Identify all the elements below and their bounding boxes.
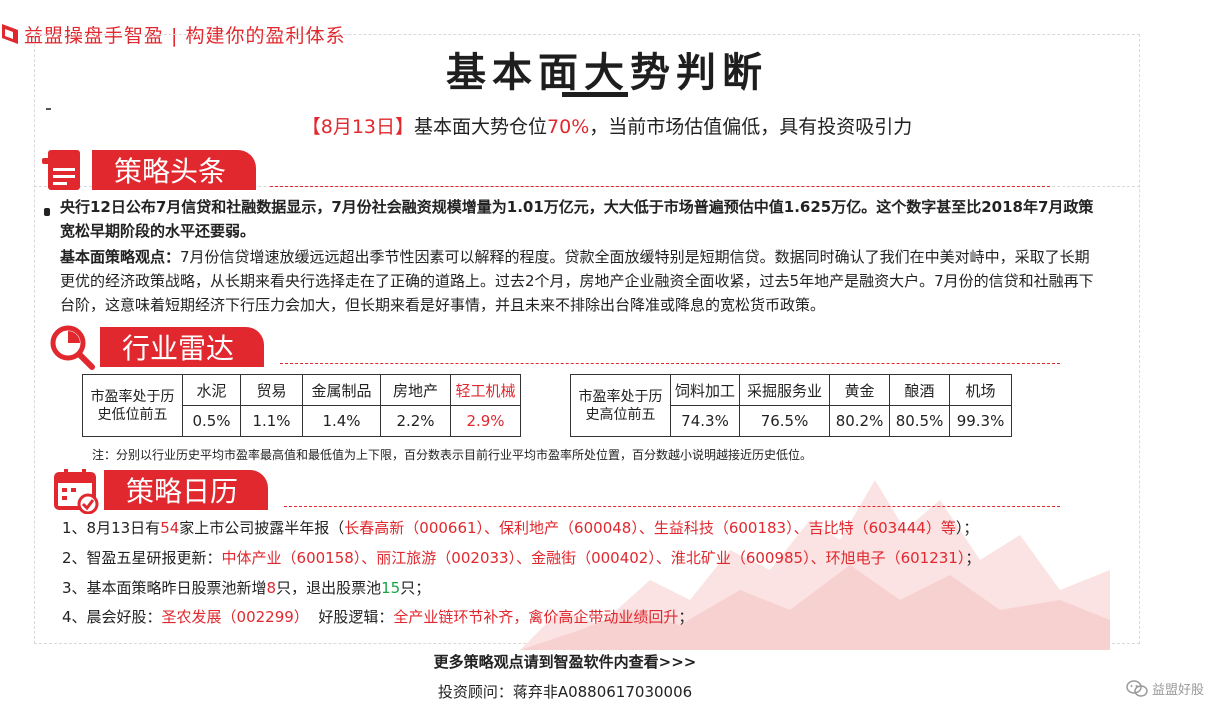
high-table-label: 市盈率处于历史高位前五 — [570, 374, 671, 437]
title-underline — [562, 92, 628, 97]
watermark-text: 益盟好股 — [1151, 683, 1204, 698]
section-calendar-divider — [284, 506, 1060, 507]
section-calendar-header: 策略日历 — [52, 466, 269, 514]
summary-percent: 70% — [547, 116, 590, 138]
section-radar-divider — [280, 363, 1060, 364]
watermark: 益盟好股 — [1126, 679, 1204, 698]
value-cell: 74.3% — [669, 405, 741, 437]
cal2-pre: 2、智盈五星研报更新： — [62, 549, 222, 567]
section-headline-header: 策略头条 — [40, 146, 257, 194]
value-cell: 2.2% — [380, 405, 451, 437]
table-row: 市盈率处于历史低位前五 水泥 贸易 金属制品 房地产 轻工机械 — [82, 374, 521, 437]
value-cell: 80.5% — [889, 405, 951, 437]
section-headline-divider — [270, 186, 1050, 187]
value-cell: 2.9% — [450, 405, 521, 437]
industry-cell: 轻工机械 — [450, 374, 521, 406]
headline-lead: 央行12日公布7月信贷和社融数据显示，7月份社会融资规模增量为1.01万亿元，大… — [60, 198, 1094, 240]
advisor-info: 投资顾问：蒋弃非A0880617030006 — [437, 683, 693, 701]
industry-cell: 贸易 — [240, 374, 303, 406]
table-row: 市盈率处于历史高位前五 饲料加工 采掘服务业 黄金 酿酒 机场 — [570, 374, 1013, 437]
position-summary: 【8月13日】基本面大势仓位70%，当前市场估值偏低，具有投资吸引力 — [0, 112, 1214, 139]
summary-date: 【8月13日】 — [301, 116, 414, 138]
industry-cell: 机场 — [949, 374, 1013, 406]
radar-note: 注：分别以行业历史平均市盈率最高值和最低值为上下限，百分数表示目前行业平均市盈率… — [92, 448, 813, 462]
cal4-pre: 4、晨会好股： — [62, 608, 162, 626]
calendar-item-4: 4、晨会好股：圣农发展（002299） 好股逻辑：全产业链环节补齐，禽价高企带动… — [62, 606, 693, 627]
low-table-label: 市盈率处于历史低位前五 — [82, 374, 183, 437]
cal4-logic: 全产业链环节补齐，禽价高企带动业绩回升 — [393, 608, 679, 626]
calendar-check-icon — [54, 469, 99, 514]
industry-cell: 金属制品 — [302, 374, 381, 406]
bullet-dot — [44, 208, 50, 216]
value-cell: 1.1% — [240, 405, 303, 437]
view-text: 7月份信贷增速放缓远远超出季节性因素可以解释的程度。贷款全面放缓特别是短期信贷。… — [60, 248, 1094, 314]
industry-cell: 酿酒 — [889, 374, 951, 406]
summary-text1: 基本面大势仓位 — [414, 116, 548, 138]
cal1-post: ）； — [955, 519, 979, 537]
industry-cell: 采掘服务业 — [739, 374, 831, 406]
cal3-added: 8 — [266, 579, 277, 597]
value-cell: 99.3% — [949, 405, 1013, 437]
cal3-pre: 3、基本面策略昨日股票池新增 — [62, 579, 267, 597]
summary-text2: ，当前市场估值偏低，具有投资吸引力 — [589, 116, 913, 138]
industry-cell: 黄金 — [829, 374, 891, 406]
document-icon — [42, 150, 80, 190]
cal1-mid: 家上市公司披露半年报（ — [179, 519, 345, 537]
calendar-item-2: 2、智盈五星研报更新：中体产业（600158）、丽江旅游（002033）、金融街… — [62, 547, 980, 568]
cal3-removed: 15 — [381, 579, 401, 597]
cal2-companies: 中体产业（600158）、丽江旅游（002033）、金融街（000402）、淮北… — [221, 549, 966, 567]
value-cell: 80.2% — [829, 405, 891, 437]
cal3-mid: 只，退出股票池 — [276, 579, 382, 597]
view-label: 基本面策略观点： — [60, 248, 181, 266]
industry-cell: 房地产 — [380, 374, 451, 406]
page-title: 基本面大势判断 — [446, 50, 768, 96]
value-cell: 1.4% — [302, 405, 381, 437]
radar-high-table: 市盈率处于历史高位前五 饲料加工 采掘服务业 黄金 酿酒 机场 74.3% 76… — [570, 374, 1013, 437]
cal4-post: ； — [678, 608, 694, 626]
value-cell: 76.5% — [739, 405, 831, 437]
section-headline-title: 策略头条 — [92, 150, 257, 190]
cal4-stock: 圣农发展（002299） — [161, 608, 309, 626]
cal4-mid: 好股逻辑： — [308, 608, 394, 626]
calendar-item-1: 1、8月13日有54家上市公司披露半年报（长春高新（000661）、保利地产（6… — [62, 517, 978, 538]
section-radar-header: 行业雷达 — [48, 323, 265, 371]
section-radar-title: 行业雷达 — [100, 327, 265, 367]
section-calendar-title: 策略日历 — [104, 470, 269, 510]
industry-cell: 水泥 — [182, 374, 241, 406]
wechat-icon — [1126, 679, 1148, 697]
headline-view: 基本面策略观点：7月份信贷增速放缓远远超出季节性因素可以解释的程度。贷款全面放缓… — [60, 245, 1100, 317]
cal1-companies: 长春高新（000661）、保利地产（600048）、生益科技（600183）、吉… — [344, 519, 956, 537]
cal3-post: 只； — [400, 579, 431, 597]
title-dash — [46, 108, 51, 110]
cal1-pre: 1、8月13日有 — [62, 519, 161, 537]
industry-cell: 饲料加工 — [669, 374, 741, 406]
cal1-count: 54 — [160, 519, 180, 537]
radar-low-table: 市盈率处于历史低位前五 水泥 贸易 金属制品 房地产 轻工机械 0.5% 1.1… — [82, 374, 521, 437]
more-link[interactable]: 更多策略观点请到智盈软件内查看>>> — [0, 651, 1130, 672]
value-cell: 0.5% — [182, 405, 241, 437]
calendar-item-3: 3、基本面策略昨日股票池新增8只，退出股票池15只； — [62, 577, 430, 598]
cal2-post: ； — [965, 549, 981, 567]
magnifier-chart-icon — [50, 325, 95, 370]
